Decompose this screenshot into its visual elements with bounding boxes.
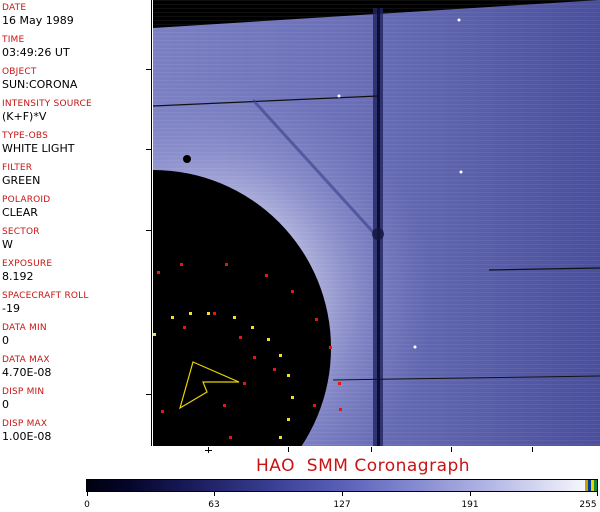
metadata-value: 16 May 1989 bbox=[2, 14, 74, 27]
metadata-label: DATA MIN bbox=[2, 323, 47, 333]
metadata-field: EXPOSURE 8.192 bbox=[2, 259, 150, 283]
metadata-label: DISP MAX bbox=[2, 419, 48, 429]
metadata-label: DATA MAX bbox=[2, 355, 50, 365]
metadata-field: INTENSITY SOURCE (K+F)*V bbox=[2, 99, 150, 123]
metadata-field: DISP MIN 0 bbox=[2, 387, 150, 411]
metadata-value: SUN:CORONA bbox=[2, 78, 78, 91]
metadata-field: DATA MAX 4.70E-08 bbox=[2, 355, 150, 379]
dust-spot bbox=[183, 155, 191, 163]
metadata-value: 4.70E-08 bbox=[2, 366, 52, 379]
metadata-label: SPACECRAFT ROLL bbox=[2, 291, 89, 301]
metadata-value: 0 bbox=[2, 334, 9, 347]
axis-tick bbox=[288, 447, 289, 452]
colorbar-tick bbox=[470, 492, 471, 496]
axis-tick bbox=[205, 450, 212, 451]
metadata-label: TIME bbox=[2, 35, 25, 45]
metadata-field: DATE 16 May 1989 bbox=[2, 3, 150, 27]
metadata-label: TYPE-OBS bbox=[2, 131, 49, 141]
metadata-label: SECTOR bbox=[2, 227, 40, 237]
metadata-field: DISP MAX 1.00E-08 bbox=[2, 419, 150, 443]
coronagraph-image bbox=[153, 0, 600, 446]
metadata-value: CLEAR bbox=[2, 206, 38, 219]
axis-tick bbox=[451, 447, 452, 452]
metadata-panel: DATE 16 May 1989 TIME 03:49:26 UT OBJECT SUN:… bbox=[0, 0, 152, 446]
metadata-value: 03:49:26 UT bbox=[2, 46, 70, 59]
metadata-field: TIME 03:49:26 UT bbox=[2, 35, 150, 59]
metadata-label: POLAROID bbox=[2, 195, 51, 205]
metadata-field: FILTER GREEN bbox=[2, 163, 150, 187]
metadata-field: POLAROID CLEAR bbox=[2, 195, 150, 219]
metadata-field: TYPE-OBS WHITE LIGHT bbox=[2, 131, 150, 155]
axis-tick bbox=[146, 230, 152, 231]
metadata-value: 0 bbox=[2, 398, 9, 411]
colorbar-label-4: 255 bbox=[579, 500, 597, 510]
colorbar-tick bbox=[87, 492, 88, 496]
metadata-label: INTENSITY SOURCE bbox=[2, 99, 92, 109]
metadata-value: 8.192 bbox=[2, 270, 34, 283]
colorbar bbox=[86, 479, 598, 492]
axis-tick bbox=[532, 447, 533, 452]
colorbar-tick bbox=[214, 492, 215, 496]
coronagraph-image-svg bbox=[153, 0, 600, 446]
metadata-field: SPACECRAFT ROLL -19 bbox=[2, 291, 150, 315]
colorbar-label-2: 127 bbox=[333, 500, 351, 510]
colorbar-end-segment bbox=[585, 480, 597, 491]
metadata-field: OBJECT SUN:CORONA bbox=[2, 67, 150, 91]
colorbar-tick bbox=[597, 492, 598, 496]
metadata-field: DATA MIN 0 bbox=[2, 323, 150, 347]
colorbar-label-0: 0 bbox=[84, 500, 90, 510]
metadata-value: WHITE LIGHT bbox=[2, 142, 75, 155]
axis-tick bbox=[146, 69, 152, 70]
metadata-field: SECTOR W bbox=[2, 227, 150, 251]
metadata-value: -19 bbox=[2, 302, 20, 315]
colorbar-tick bbox=[342, 492, 343, 496]
colorbar-label-3: 191 bbox=[461, 500, 479, 510]
axis-tick bbox=[146, 394, 152, 395]
metadata-label: EXPOSURE bbox=[2, 259, 53, 269]
metadata-label: DATE bbox=[2, 3, 27, 13]
metadata-value: (K+F)*V bbox=[2, 110, 47, 123]
metadata-label: FILTER bbox=[2, 163, 33, 173]
metadata-label: OBJECT bbox=[2, 67, 37, 77]
instrument-caption: HAO SMM Coronagraph bbox=[256, 456, 471, 476]
colorbar-label-1: 63 bbox=[208, 500, 220, 510]
metadata-value: 1.00E-08 bbox=[2, 430, 52, 443]
metadata-value: W bbox=[2, 238, 13, 251]
axis-tick bbox=[146, 149, 152, 150]
metadata-value: GREEN bbox=[2, 174, 41, 187]
metadata-label: DISP MIN bbox=[2, 387, 45, 397]
axis-tick bbox=[371, 447, 372, 452]
